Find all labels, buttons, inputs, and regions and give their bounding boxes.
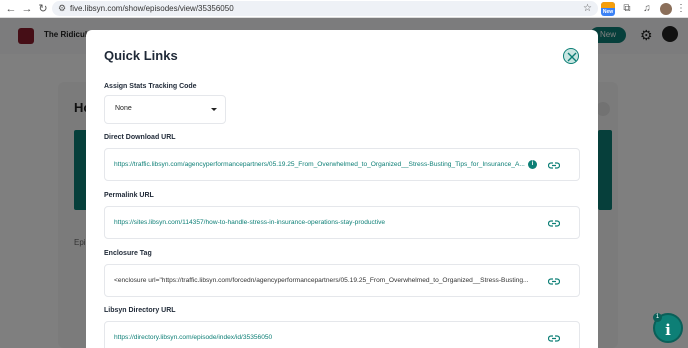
- tracking-code-value: None: [115, 105, 132, 112]
- browser-toolbar: ← → ↻ ⚙ five.libsyn.com/show/episodes/vi…: [0, 0, 688, 18]
- link-icon[interactable]: [548, 334, 560, 343]
- quick-links-modal: Quick Links Assign Stats Tracking Code N…: [86, 30, 598, 348]
- link-icon[interactable]: [548, 277, 560, 286]
- address-text[interactable]: five.libsyn.com/show/episodes/view/35356…: [70, 2, 234, 15]
- reload-icon[interactable]: ↻: [36, 2, 50, 16]
- bookmark-star-icon[interactable]: ☆: [583, 2, 592, 15]
- profile-avatar[interactable]: [660, 3, 672, 15]
- caret-down-icon: [211, 108, 217, 111]
- enclosure-tag-value[interactable]: <enclosure url="https://traffic.libsyn.c…: [114, 277, 534, 284]
- extension-new-icon[interactable]: New: [601, 2, 615, 16]
- permalink-field[interactable]: https://sites.libsyn.com/114357/how-to-h…: [104, 206, 580, 239]
- link-icon[interactable]: [548, 161, 560, 170]
- enclosure-tag-label: Enclosure Tag: [104, 250, 152, 257]
- modal-title: Quick Links: [104, 48, 178, 63]
- close-button[interactable]: [563, 48, 579, 64]
- puzzle-extensions-icon[interactable]: ⧉: [621, 2, 633, 16]
- arrow-left-icon[interactable]: ←: [4, 2, 18, 16]
- help-notification-badge: 1: [653, 313, 662, 322]
- assign-tracking-label: Assign Stats Tracking Code: [104, 83, 197, 90]
- link-icon[interactable]: [548, 219, 560, 228]
- menu-kebab-icon[interactable]: ⋮: [676, 2, 686, 16]
- info-icon[interactable]: i: [528, 160, 537, 169]
- info-icon: i: [665, 321, 671, 339]
- direct-download-field[interactable]: https://traffic.libsyn.com/agencyperform…: [104, 148, 580, 181]
- close-icon: [567, 52, 577, 62]
- arrow-right-icon[interactable]: →: [20, 2, 34, 16]
- direct-download-label: Direct Download URL: [104, 134, 176, 141]
- address-bar[interactable]: ⚙ five.libsyn.com/show/episodes/view/353…: [52, 1, 598, 16]
- permalink-label: Permalink URL: [104, 192, 154, 199]
- directory-url-field[interactable]: https://directory.libsyn.com/episode/ind…: [104, 321, 580, 348]
- enclosure-tag-field[interactable]: <enclosure url="https://traffic.libsyn.c…: [104, 264, 580, 297]
- direct-download-url[interactable]: https://traffic.libsyn.com/agencyperform…: [114, 161, 534, 168]
- media-icon[interactable]: ♫: [641, 2, 653, 16]
- tracking-code-select[interactable]: None: [104, 95, 226, 124]
- permalink-url[interactable]: https://sites.libsyn.com/114357/how-to-h…: [114, 219, 534, 226]
- directory-url[interactable]: https://directory.libsyn.com/episode/ind…: [114, 334, 534, 341]
- site-settings-icon[interactable]: ⚙: [58, 3, 69, 14]
- directory-url-label: Libsyn Directory URL: [104, 307, 176, 314]
